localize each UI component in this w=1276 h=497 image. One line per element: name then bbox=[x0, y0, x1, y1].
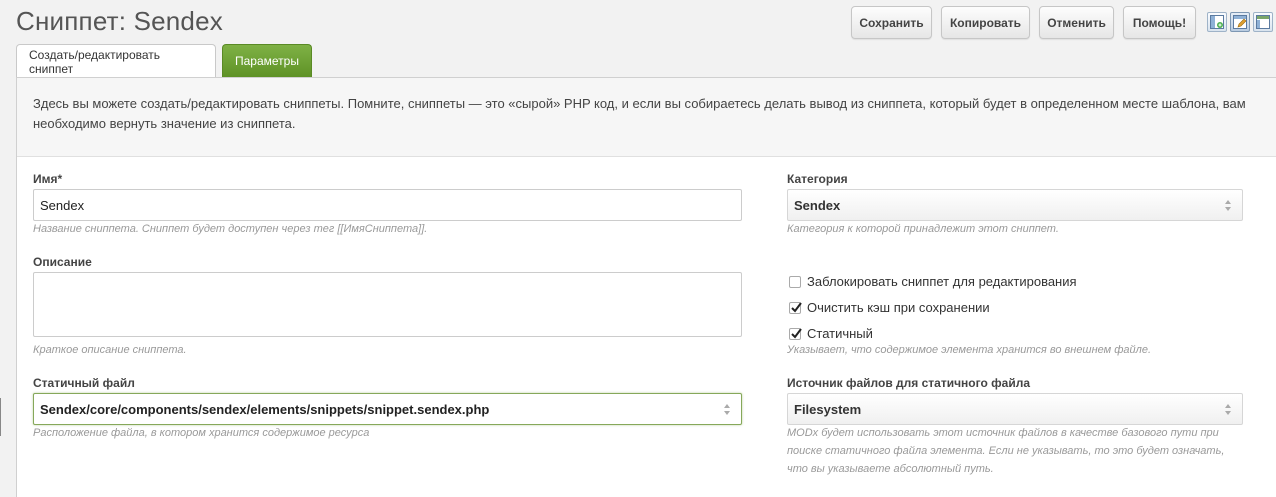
copy-button[interactable]: Копировать bbox=[941, 6, 1030, 39]
layout-left-icon[interactable] bbox=[1207, 12, 1227, 32]
layout-edit-icon[interactable] bbox=[1230, 12, 1250, 32]
name-label: Имя* bbox=[33, 172, 63, 186]
category-label: Категория bbox=[787, 172, 848, 186]
layout-top-icon[interactable] bbox=[1253, 12, 1273, 32]
source-value: Filesystem bbox=[794, 401, 862, 417]
static-file-input[interactable]: Sendex/core/components/sendex/elements/s… bbox=[33, 393, 742, 425]
description-textarea[interactable] bbox=[33, 272, 742, 337]
name-hint: Название сниппета. Сниппет будет доступе… bbox=[33, 223, 428, 235]
tab-bar: Создать/редактировать сниппет Параметры bbox=[16, 44, 312, 78]
source-label: Источник файлов для статичного файла bbox=[787, 376, 1030, 390]
name-input[interactable]: Sendex bbox=[33, 189, 742, 221]
form-panel: Здесь вы можете создать/редактировать сн… bbox=[16, 77, 1276, 497]
source-select[interactable]: Filesystem bbox=[787, 393, 1243, 425]
tab-edit-snippet[interactable]: Создать/редактировать сниппет bbox=[16, 44, 216, 78]
description-label: Описание bbox=[33, 255, 92, 269]
clear-cache-label: Очистить кэш при сохранении bbox=[807, 300, 990, 315]
static-checkbox[interactable] bbox=[789, 327, 802, 340]
select-arrows-icon bbox=[724, 404, 730, 415]
static-hint: Указывает, что содержимое элемента храни… bbox=[787, 344, 1152, 356]
source-hint-3: что вы указываете абсолютный путь. bbox=[787, 463, 994, 475]
cancel-button[interactable]: Отменить bbox=[1039, 6, 1114, 39]
window-edge-divider bbox=[0, 398, 1, 436]
save-button[interactable]: Сохранить bbox=[851, 6, 932, 39]
category-value: Sendex bbox=[794, 197, 841, 213]
category-select[interactable]: Sendex bbox=[787, 189, 1243, 221]
select-arrows-icon bbox=[1225, 200, 1231, 211]
lock-checkbox[interactable] bbox=[789, 275, 801, 288]
source-hint-1: MODx будет использовать этот источник фа… bbox=[787, 427, 1219, 439]
static-row: Статичный bbox=[789, 326, 873, 341]
help-button[interactable]: Помощь! bbox=[1123, 6, 1196, 39]
clear-cache-row: Очистить кэш при сохранении bbox=[789, 300, 990, 315]
page-title: Сниппет: Sendex bbox=[16, 6, 223, 36]
lock-row: Заблокировать сниппет для редактирования bbox=[789, 274, 1077, 289]
static-file-value: Sendex/core/components/sendex/elements/s… bbox=[40, 401, 490, 417]
static-file-hint: Расположение файла, в котором хранится с… bbox=[33, 427, 370, 439]
intro-text: Здесь вы можете создать/редактировать сн… bbox=[17, 78, 1276, 157]
static-label: Статичный bbox=[807, 326, 873, 341]
layout-switcher bbox=[1207, 12, 1273, 32]
static-file-label: Статичный файл bbox=[33, 376, 135, 390]
description-hint: Краткое описание сниппета. bbox=[33, 344, 187, 356]
checkmark-icon bbox=[791, 327, 802, 339]
tab-parameters[interactable]: Параметры bbox=[222, 44, 312, 77]
lock-label: Заблокировать сниппет для редактирования bbox=[807, 274, 1077, 289]
category-hint: Категория к которой принадлежит этот сни… bbox=[787, 223, 1059, 235]
checkmark-icon bbox=[791, 301, 802, 313]
source-hint-2: поиске статичного файла элемента. Если н… bbox=[787, 445, 1225, 457]
clear-cache-checkbox[interactable] bbox=[789, 301, 802, 314]
toolbar-actions: Сохранить Копировать Отменить Помощь! bbox=[851, 6, 1196, 39]
select-arrows-icon bbox=[1225, 404, 1231, 415]
